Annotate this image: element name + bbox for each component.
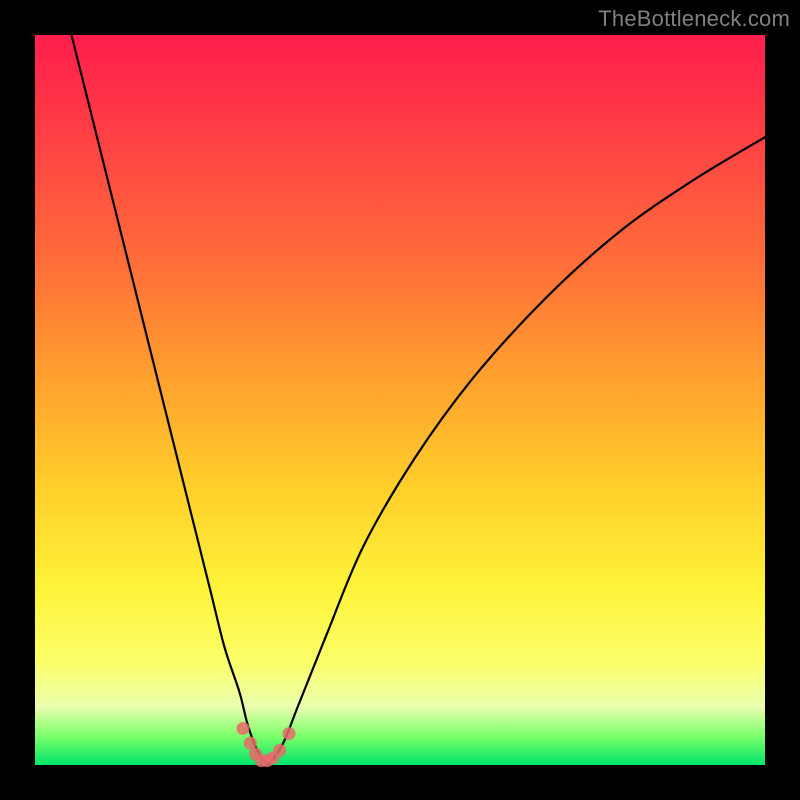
data-marker bbox=[237, 722, 250, 735]
data-marker bbox=[273, 744, 286, 757]
plot-area bbox=[35, 35, 765, 765]
marker-group bbox=[237, 722, 296, 767]
watermark-label: TheBottleneck.com bbox=[598, 6, 790, 32]
bottleneck-curve bbox=[35, 35, 765, 765]
chart-frame: TheBottleneck.com bbox=[0, 0, 800, 800]
curve-path bbox=[72, 35, 766, 765]
data-marker bbox=[283, 727, 296, 740]
